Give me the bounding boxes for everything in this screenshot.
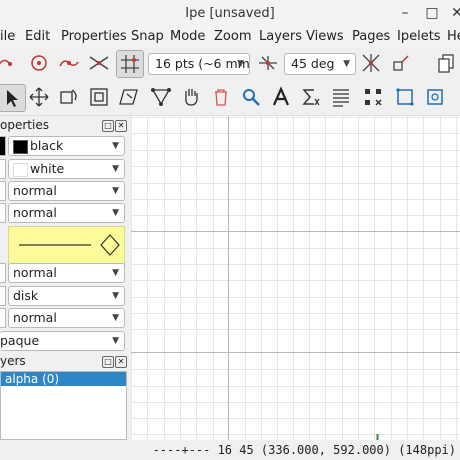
properties-header: operties □ ✕ xyxy=(0,117,128,134)
paragraph-icon[interactable] xyxy=(328,84,354,110)
text-icon[interactable] xyxy=(268,84,294,110)
opacity-select[interactable]: paque ▼ xyxy=(0,331,125,351)
menu-mode[interactable]: Mode xyxy=(170,27,205,47)
menu-ipelets[interactable]: Ipelets xyxy=(397,27,441,47)
stroke-color-value: black xyxy=(30,138,64,153)
chevron-down-icon: ▼ xyxy=(112,313,119,323)
dash-style-select[interactable]: normal ▼ xyxy=(8,203,125,223)
opacity-value: paque xyxy=(0,333,40,348)
snap-custom-icon[interactable] xyxy=(388,50,414,76)
angle-size-select[interactable]: 45 deg ▼ xyxy=(284,53,356,75)
status-text: ----+--- 16 45 (336.000, 592.000) (148pp… xyxy=(152,443,456,457)
drawing-canvas[interactable] xyxy=(131,116,460,440)
menu-properties[interactable]: Properties xyxy=(61,27,127,47)
layers-title: yers xyxy=(0,354,26,368)
layers-header: yers □ ✕ xyxy=(0,353,128,370)
grid-size-value: 16 pts (~6 mm) xyxy=(155,56,250,71)
menu-help[interactable]: He xyxy=(447,27,460,47)
menu-zoom[interactable]: Zoom xyxy=(214,27,251,47)
close-panel-icon[interactable]: ✕ xyxy=(115,120,127,132)
chevron-down-icon: ▼ xyxy=(112,164,119,174)
menu-views[interactable]: Views xyxy=(306,27,344,47)
select-arrow-icon[interactable] xyxy=(0,84,26,112)
fill-mode-button[interactable] xyxy=(0,159,6,179)
pan-hand-icon[interactable] xyxy=(178,84,204,110)
rotate-icon[interactable] xyxy=(56,84,82,110)
trash-icon[interactable] xyxy=(208,84,234,110)
magnifier-icon[interactable] xyxy=(238,84,264,110)
stroke-color-swatch xyxy=(13,140,28,154)
layer-item[interactable]: alpha (0) xyxy=(1,372,126,386)
chevron-down-icon: ▼ xyxy=(343,59,350,69)
arrow-preview[interactable] xyxy=(8,226,125,266)
close-icon[interactable]: ✕ xyxy=(448,4,460,22)
text-size-value: normal xyxy=(13,310,57,325)
menu-bar: ile Edit Properties Snap Mode Zoom Layer… xyxy=(0,27,460,47)
pen-width-value: normal xyxy=(13,183,57,198)
stroke-mode-button[interactable] xyxy=(0,136,6,156)
mark-shape-value: disk xyxy=(13,288,39,303)
chevron-down-icon: ▼ xyxy=(112,208,119,218)
stretch-icon[interactable] xyxy=(86,84,112,110)
symbol-size-select[interactable]: normal ▼ xyxy=(8,263,125,283)
properties-title: operties xyxy=(0,118,49,132)
status-bar: ----+--- 16 45 (336.000, 592.000) (148pp… xyxy=(0,440,460,460)
chevron-down-icon: ▼ xyxy=(112,268,119,278)
snap-angle-icon[interactable] xyxy=(255,50,281,76)
snap-toolbar: 16 pts (~6 mm) ▼ 45 deg ▼ xyxy=(0,47,460,81)
float-icon[interactable]: □ xyxy=(102,120,114,132)
minimize-icon[interactable]: – xyxy=(396,4,414,22)
chevron-down-icon: ▼ xyxy=(112,291,119,301)
snap-center-icon[interactable] xyxy=(26,50,52,76)
marks-icon[interactable] xyxy=(360,84,386,110)
dash-style-value: normal xyxy=(13,205,57,220)
fill-color-select[interactable]: white ▼ xyxy=(8,159,125,179)
title-bar: Ipe [unsaved] – □ ✕ xyxy=(0,0,460,27)
menu-edit[interactable]: Edit xyxy=(25,27,50,47)
pen-label-button[interactable] xyxy=(0,181,6,201)
math-sigma-icon[interactable] xyxy=(298,84,324,110)
menu-layers[interactable]: Layers xyxy=(259,27,302,47)
stroke-color-select[interactable]: black ▼ xyxy=(8,136,125,156)
snap-intersection-icon[interactable] xyxy=(86,50,112,76)
angle-size-value: 45 deg xyxy=(291,56,335,71)
chevron-down-icon: ▼ xyxy=(112,336,119,346)
mark-shape-label-button[interactable] xyxy=(0,286,6,306)
menu-snap[interactable]: Snap xyxy=(131,27,164,47)
chevron-down-icon: ▼ xyxy=(112,186,119,196)
canvas-grid xyxy=(131,116,460,440)
menu-file[interactable]: ile xyxy=(0,27,15,47)
layers-list: alpha (0) xyxy=(0,371,127,440)
window-title: Ipe [unsaved] xyxy=(185,6,275,21)
snap-boundary-icon[interactable] xyxy=(56,50,82,76)
copy-icon[interactable] xyxy=(434,50,460,76)
mark-shape-select[interactable]: disk ▼ xyxy=(8,286,125,306)
text-size-select[interactable]: normal ▼ xyxy=(8,308,125,328)
menu-pages[interactable]: Pages xyxy=(352,27,390,47)
box-icon[interactable] xyxy=(422,84,448,110)
snap-curve-icon[interactable] xyxy=(0,50,20,76)
mode-toolbar xyxy=(0,81,460,116)
chevron-down-icon: ▼ xyxy=(237,59,244,69)
snap-autoangle-icon[interactable] xyxy=(358,50,384,76)
snap-grid-icon[interactable] xyxy=(116,50,144,78)
symbol-size-label-button[interactable] xyxy=(0,263,6,283)
maximize-icon[interactable]: □ xyxy=(423,4,441,22)
fill-color-swatch xyxy=(13,163,28,177)
chevron-down-icon: ▼ xyxy=(112,141,119,151)
symbol-size-value: normal xyxy=(13,265,57,280)
text-size-label-button[interactable] xyxy=(0,308,6,328)
translate-icon[interactable] xyxy=(26,84,52,110)
float-icon[interactable]: □ xyxy=(102,356,114,368)
graph-icon[interactable] xyxy=(148,84,174,110)
shear-icon[interactable] xyxy=(116,84,142,110)
fill-color-value: white xyxy=(30,161,65,176)
rectangle-icon[interactable] xyxy=(392,84,418,110)
close-panel-icon[interactable]: ✕ xyxy=(115,356,127,368)
dash-label-button[interactable] xyxy=(0,203,6,223)
grid-size-select[interactable]: 16 pts (~6 mm) ▼ xyxy=(148,53,250,75)
arrow-preview-graphic xyxy=(19,234,120,256)
pen-width-select[interactable]: normal ▼ xyxy=(8,181,125,201)
